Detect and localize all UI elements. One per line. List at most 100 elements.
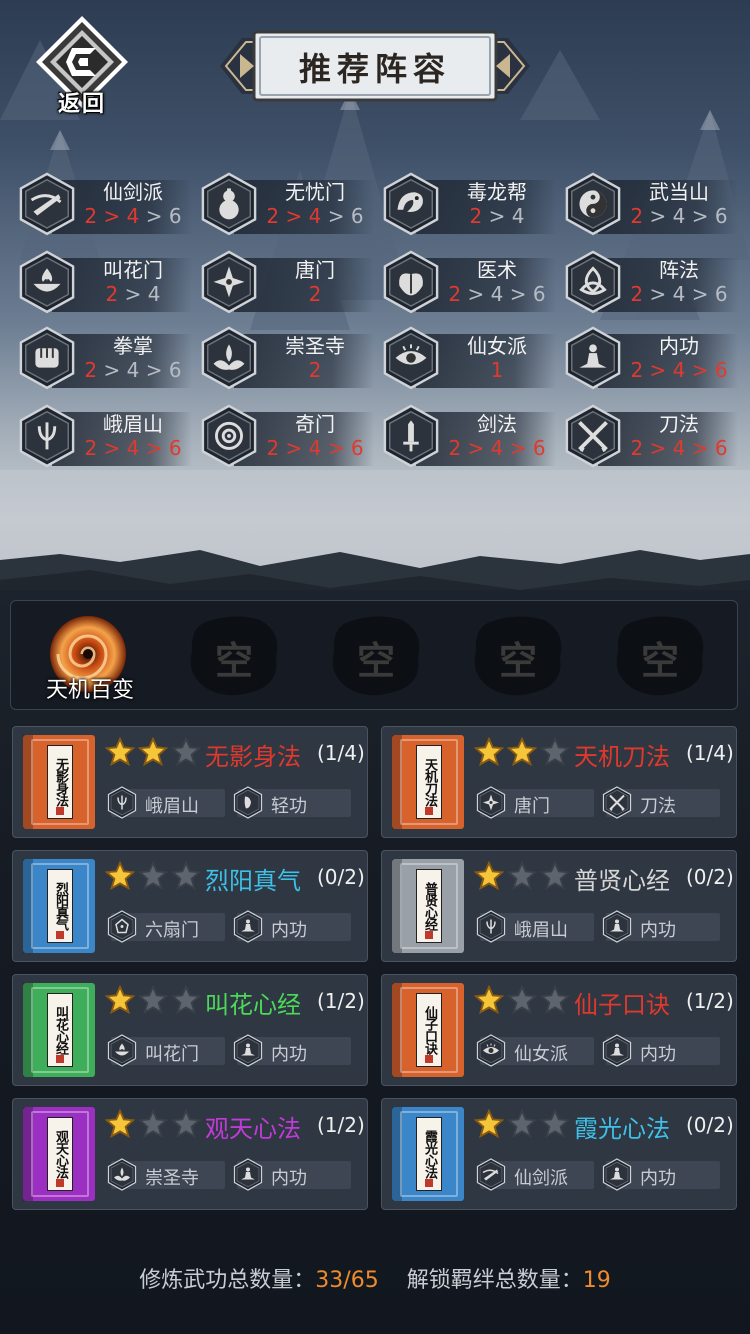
martial-art-card[interactable]: 叫花心经 叫花心经 (1/2) 叫花门 内功 — [12, 974, 368, 1086]
bond-level: 2 — [105, 282, 119, 306]
bond-level: 2 — [630, 204, 644, 228]
sect-bond-item[interactable]: 奇门 2 > 4 > 6 — [200, 404, 374, 470]
progress-count: (0/2) — [317, 865, 365, 889]
star-rating — [474, 1109, 573, 1139]
star-rating — [474, 861, 573, 891]
bond-tag[interactable]: 内功 — [602, 1158, 720, 1191]
sect-bond-item[interactable]: 唐门 2 — [200, 250, 374, 316]
manual-book-icon: 烈阳真气 — [23, 859, 95, 953]
bond-tag[interactable]: 叫花门 — [107, 1034, 225, 1067]
bond-tag[interactable]: 轻功 — [233, 786, 351, 819]
star-empty-icon — [507, 1109, 537, 1139]
star-filled-icon — [474, 737, 504, 767]
martial-art-title: 仙子口诀 — [574, 991, 670, 1019]
trident-icon — [107, 786, 137, 819]
martial-art-card[interactable]: 烈阳真气 烈阳真气 (0/2) 六扇门 内功 — [12, 850, 368, 962]
bond-tag-label: 内功 — [640, 920, 676, 941]
bond-level: > 4 — [482, 204, 525, 228]
sect-bond-item[interactable]: 阵法 2 > 4 > 6 — [564, 250, 738, 316]
bond-tag-label: 内功 — [640, 1044, 676, 1065]
sect-bond-item[interactable]: 仙女派 1 — [382, 326, 556, 392]
bond-levels: 2 — [262, 282, 368, 306]
sect-bond-item[interactable]: 峨眉山 2 > 4 > 6 — [18, 404, 192, 470]
crossed-blades-icon — [602, 786, 632, 819]
bond-levels: 2 > 4 > 6 — [626, 282, 732, 306]
bond-tag-label: 内功 — [271, 1168, 307, 1189]
sect-name: 内功 — [659, 334, 699, 358]
empty-slot-3[interactable]: 空 — [470, 612, 566, 698]
martial-art-card[interactable]: 仙子口诀 仙子口诀 (1/2) 仙女派 内功 — [381, 974, 737, 1086]
sect-name: 剑法 — [477, 412, 517, 436]
bond-tag-label: 唐门 — [514, 796, 550, 817]
bond-tag-label: 仙女派 — [514, 1044, 568, 1065]
arts-total-label: 修炼武功总数量： — [139, 1268, 316, 1293]
empty-slot-1[interactable]: 空 — [186, 612, 282, 698]
star-rating — [105, 1109, 204, 1139]
bond-tag[interactable]: 唐门 — [476, 786, 594, 819]
bond-tag[interactable]: 峨眉山 — [476, 910, 594, 943]
active-skill-name: 天机百变 — [45, 678, 134, 703]
star-filled-icon — [474, 861, 504, 891]
footstep-icon — [233, 786, 263, 819]
bond-levels: 2 > 4 > 6 — [626, 204, 732, 228]
star-rating — [474, 985, 573, 1015]
trident-icon — [19, 404, 75, 468]
bond-level: 2 — [469, 204, 483, 228]
empty-slot-4[interactable]: 空 — [612, 612, 708, 698]
sect-bond-item[interactable]: 剑法 2 > 4 > 6 — [382, 404, 556, 470]
sword-icon — [383, 404, 439, 468]
star-empty-icon — [540, 1109, 570, 1139]
bond-tag[interactable]: 仙女派 — [476, 1034, 594, 1067]
bond-level: 2 — [266, 204, 280, 228]
sect-bond-item[interactable]: 内功 2 > 4 > 6 — [564, 326, 738, 392]
bond-levels: 2 > 4 — [444, 204, 550, 228]
star-empty-icon — [138, 861, 168, 891]
bond-tag[interactable]: 崇圣寺 — [107, 1158, 225, 1191]
star-empty-icon — [171, 737, 201, 767]
herb-icon — [383, 250, 439, 314]
star-filled-icon — [474, 1109, 504, 1139]
bond-tag[interactable]: 六扇门 — [107, 910, 225, 943]
sect-bond-item[interactable]: 仙剑派 2 > 4 > 6 — [18, 172, 192, 238]
bond-level: 2 > 4 > 6 — [266, 436, 364, 460]
bond-level: > 4 > 6 — [643, 282, 728, 306]
bond-level: > — [97, 204, 127, 228]
empty-slot-2[interactable]: 空 — [328, 612, 424, 698]
martial-art-card[interactable]: 无影身法 无影身法 (1/4) 峨眉山 轻功 — [12, 726, 368, 838]
bond-tag[interactable]: 仙剑派 — [476, 1158, 594, 1191]
bond-tag[interactable]: 刀法 — [602, 786, 720, 819]
bond-tag[interactable]: 内功 — [602, 910, 720, 943]
bond-tag[interactable]: 峨眉山 — [107, 786, 225, 819]
bonds-total-label: 解锁羁绊总数量： — [406, 1268, 583, 1293]
back-button[interactable]: 返回 — [30, 14, 134, 117]
star-empty-icon — [540, 737, 570, 767]
manual-book-icon: 无影身法 — [23, 735, 95, 829]
sect-bond-item[interactable]: 刀法 2 > 4 > 6 — [564, 404, 738, 470]
seal-icon — [56, 931, 64, 939]
bond-tag[interactable]: 内功 — [233, 910, 351, 943]
sect-bond-item[interactable]: 医术 2 > 4 > 6 — [382, 250, 556, 316]
star-empty-icon — [171, 985, 201, 1015]
bond-level: 2 > 4 > 6 — [630, 358, 728, 382]
sect-bond-item[interactable]: 毒龙帮 2 > 4 — [382, 172, 556, 238]
star-empty-icon — [138, 1109, 168, 1139]
bond-tag[interactable]: 内功 — [233, 1158, 351, 1191]
sect-bond-item[interactable]: 叫花门 2 > 4 — [18, 250, 192, 316]
sect-bond-item[interactable]: 崇圣寺 2 — [200, 326, 374, 392]
bond-level: 1 — [490, 358, 504, 382]
martial-art-card[interactable]: 普贤心经 普贤心经 (0/2) 峨眉山 内功 — [381, 850, 737, 962]
progress-count: (1/4) — [686, 741, 734, 765]
meditation-icon — [602, 1034, 632, 1067]
sect-bond-item[interactable]: 拳掌 2 > 4 > 6 — [18, 326, 192, 392]
sect-bond-item[interactable]: 武当山 2 > 4 > 6 — [564, 172, 738, 238]
bond-tag[interactable]: 内功 — [602, 1034, 720, 1067]
martial-art-card[interactable]: 霞光心法 霞光心法 (0/2) 仙剑派 内功 — [381, 1098, 737, 1210]
sect-bond-item[interactable]: 无忧门 2 > 4 > 6 — [200, 172, 374, 238]
bond-levels: 2 > 4 > 6 — [444, 436, 550, 460]
eye-icon — [383, 326, 439, 390]
martial-art-card[interactable]: 天机刀法 天机刀法 (1/4) 唐门 刀法 — [381, 726, 737, 838]
martial-art-card[interactable]: 观天心法 观天心法 (1/2) 崇圣寺 内功 — [12, 1098, 368, 1210]
back-label: 返回 — [57, 92, 106, 117]
bond-tag[interactable]: 内功 — [233, 1034, 351, 1067]
sect-name: 医术 — [477, 258, 517, 282]
